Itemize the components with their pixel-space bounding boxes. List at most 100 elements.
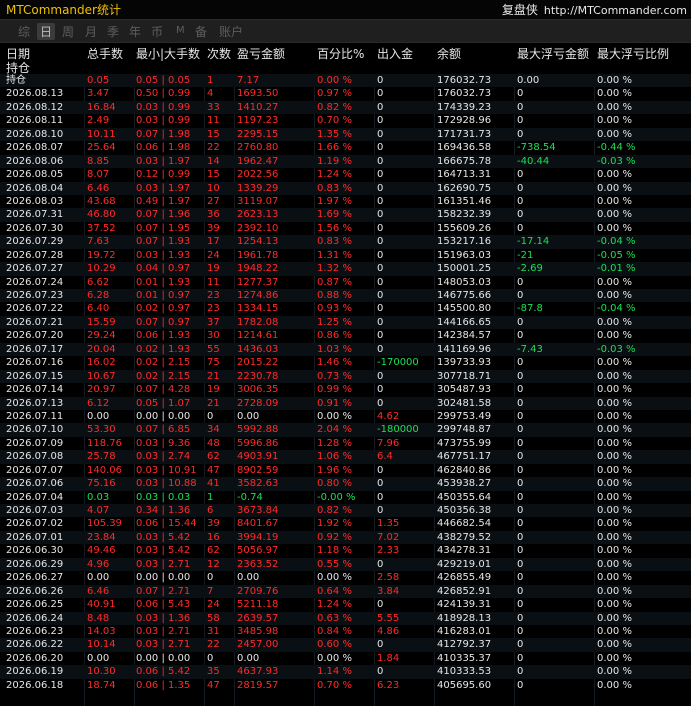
cell-balance: 438279.52 xyxy=(437,531,492,543)
cell-in-out: 7.02 xyxy=(377,531,400,543)
table-row[interactable]: 2026.08.13 3.47 0.50 | 0.99 4 1693.50 0.97 % 0… xyxy=(0,87,691,100)
cell-percent: 1.28 % xyxy=(317,437,352,449)
table-row[interactable]: 2026.07.14 20.97 0.07 | 4.28 19 3006.35 0.99 … xyxy=(0,383,691,396)
cell-balance: 434278.31 xyxy=(437,545,492,557)
table-row[interactable]: 2026.07.17 20.04 0.02 | 1.93 55 1436.03 1.03 … xyxy=(0,342,691,357)
cell-date: 2026.07.28 xyxy=(6,249,64,261)
table-row[interactable]: 持仓 0.05 0.05 | 0.05 1 7.17 0.00 % 0 176032.73 0.… xyxy=(0,74,691,88)
table-row[interactable]: 2026.06.29 4.96 0.03 | 2.71 12 2363.52 0.55 %… xyxy=(0,557,691,572)
cell-min-max-lots: 0.49 | 1.97 xyxy=(136,195,191,207)
cell-date: 2026.07.21 xyxy=(6,316,64,328)
table-row[interactable]: 2026.07.13 6.12 0.05 | 1.07 21 2728.09 0.91 %… xyxy=(0,396,691,410)
col-balance[interactable]: 余额 xyxy=(437,45,461,62)
cell-balance: 144166.65 xyxy=(437,316,492,328)
table-row[interactable]: 2026.06.20 0.00 0.00 | 0.00 0 0.00 0.00 % 1.84… xyxy=(0,652,691,665)
table-row[interactable]: 2026.07.24 6.62 0.01 | 1.93 11 1277.37 0.87 %… xyxy=(0,276,691,289)
tab-day[interactable]: 日 xyxy=(37,23,56,40)
cell-in-out: 0 xyxy=(377,128,384,140)
table-row[interactable]: 2026.07.29 7.63 0.07 | 1.93 17 1254.13 0.83 %… xyxy=(0,235,691,249)
cell-in-out: -170000 xyxy=(377,357,419,369)
cell-max-float-ratio: 0.00 % xyxy=(597,478,632,490)
table-row[interactable]: 2026.07.31 46.80 0.07 | 1.96 36 2623.13 1.69 … xyxy=(0,208,691,222)
cell-balance: 410335.37 xyxy=(437,652,492,664)
tab-note[interactable]: 备 xyxy=(195,23,207,40)
table-row[interactable]: 2026.07.15 10.67 0.02 | 2.15 21 2230.78 0.73 … xyxy=(0,369,691,384)
table-row[interactable]: 2026.07.06 75.16 0.03 | 10.88 41 3582.63 0.80… xyxy=(0,477,691,491)
cell-max-float-loss: 0 xyxy=(517,357,524,369)
brand-url[interactable]: http://MTCommander.com xyxy=(544,4,687,17)
table-row[interactable]: 2026.06.30 49.46 0.03 | 5.42 62 5056.97 1.18 … xyxy=(0,544,691,557)
table-row[interactable]: 2026.07.09 118.76 0.03 | 9.36 48 5996.86 1.28… xyxy=(0,437,691,450)
cell-in-out: 0 xyxy=(377,599,384,611)
table-row[interactable]: 2026.06.23 14.03 0.03 | 2.71 31 3485.98 0.84 … xyxy=(0,625,691,638)
col-count[interactable]: 次数 xyxy=(207,45,231,62)
table-row[interactable]: 2026.07.27 10.29 0.04 | 0.97 19 1948.22 1.32 … xyxy=(0,262,691,276)
table-row[interactable]: 2026.06.18 18.74 0.06 | 1.35 47 2819.57 0.70 … xyxy=(0,679,691,692)
table-row[interactable]: 2026.07.23 6.28 0.01 | 0.97 23 1274.86 0.88 %… xyxy=(0,289,691,303)
table-row[interactable]: 2026.07.11 0.00 0.00 | 0.00 0 0.00 0.00 % 4.62… xyxy=(0,410,691,423)
table-row[interactable]: 2026.06.24 8.48 0.03 | 1.36 58 2639.57 0.63 %… xyxy=(0,611,691,625)
col-lots[interactable]: 总手数 xyxy=(87,45,123,62)
cell-max-float-ratio: -0.03 % xyxy=(597,343,636,355)
table-row[interactable]: 2026.07.20 29.24 0.06 | 1.93 30 1214.61 0.86 … xyxy=(0,329,691,342)
tab-year[interactable]: 年 xyxy=(129,23,141,40)
cell-lots: 7.63 xyxy=(87,236,110,248)
table-row[interactable]: 2026.07.10 53.30 0.07 | 6.85 34 5992.88 2.04 … xyxy=(0,423,691,437)
table-row[interactable]: 2026.07.02 105.39 0.06 | 15.44 39 8401.67 1.9… xyxy=(0,517,691,530)
table-row[interactable]: 2026.06.19 10.30 0.06 | 5.42 35 4637.93 1.14 … xyxy=(0,665,691,679)
table-row[interactable]: 2026.08.06 8.85 0.03 | 1.97 14 1962.47 1.19 %… xyxy=(0,154,691,169)
cell-min-max-lots: 0.06 | 1.93 xyxy=(136,330,191,342)
table-row[interactable]: 2026.08.10 10.11 0.07 | 1.98 15 2295.15 1.35 … xyxy=(0,127,691,142)
cell-pnl: 3673.84 xyxy=(237,505,279,516)
table-row[interactable]: 2026.08.05 8.07 0.12 | 0.99 15 2022.56 1.24 %… xyxy=(0,168,691,181)
cell-balance: 155609.26 xyxy=(437,222,492,234)
cell-pnl: 1948.22 xyxy=(237,263,279,275)
table-row[interactable]: 2026.08.11 2.49 0.03 | 0.99 11 1197.23 0.70 %… xyxy=(0,114,691,127)
table-row[interactable]: 2026.07.21 15.59 0.07 | 0.97 37 1782.08 1.25 … xyxy=(0,315,691,330)
table-row[interactable]: 2026.08.04 6.46 0.03 | 1.97 10 1339.29 0.83 %… xyxy=(0,181,691,195)
cell-in-out: 0 xyxy=(377,101,384,113)
col-in-out[interactable]: 出入金 xyxy=(377,45,413,62)
table-row[interactable]: 2026.06.27 0.00 0.00 | 0.00 0 0.00 0.00 % 2.58… xyxy=(0,571,691,584)
table-row[interactable]: 2026.07.04 0.03 0.03 | 0.03 1 -0.74 -0.00 % 0 4… xyxy=(0,491,691,504)
cell-max-float-ratio: -0.05 % xyxy=(597,249,636,261)
tab-account[interactable]: 账户 xyxy=(219,23,243,40)
table-row[interactable]: 2026.06.25 40.91 0.06 | 5.43 24 5211.18 1.24 … xyxy=(0,598,691,611)
table-row[interactable]: 2026.08.03 43.68 0.49 | 1.97 27 3119.07 1.97 … xyxy=(0,195,691,208)
table-row[interactable]: 2026.07.16 16.02 0.02 | 2.15 75 2015.22 1.46 … xyxy=(0,356,691,369)
table-row[interactable]: 2026.07.07 140.06 0.03 | 10.91 47 8902.59 1.9… xyxy=(0,464,691,477)
tab-month[interactable]: 月 xyxy=(85,23,97,40)
table-row[interactable]: 2026.07.30 37.52 0.07 | 1.95 39 2392.10 1.56 … xyxy=(0,222,691,235)
table-row[interactable]: 2026.07.22 6.40 0.02 | 0.97 23 1334.15 0.93 %… xyxy=(0,302,691,315)
cell-count: 19 xyxy=(207,384,220,396)
table-row[interactable]: 2026.07.28 19.72 0.03 | 1.93 24 1961.78 1.31 … xyxy=(0,249,691,262)
table-row[interactable]: 2026.06.26 6.46 0.07 | 2.71 7 2709.76 0.64 % 3… xyxy=(0,584,691,599)
brand-link[interactable]: 复盘侠 http://MTCommander.com xyxy=(502,1,687,18)
table-row[interactable]: 2026.07.03 4.07 0.34 | 1.36 6 3673.84 0.82 % 0… xyxy=(0,504,691,518)
cell-date: 2026.07.08 xyxy=(6,451,64,463)
col-pnl[interactable]: 盈亏金额 xyxy=(237,45,285,62)
cell-pnl: 1254.13 xyxy=(237,236,279,248)
cell-percent: 1.96 % xyxy=(317,464,352,476)
col-max-float-ratio[interactable]: 最大浮亏比例 xyxy=(597,45,669,62)
tab-m[interactable]: M xyxy=(176,25,185,36)
tab-week[interactable]: 周 xyxy=(62,23,74,40)
cell-percent: 0.87 % xyxy=(317,276,352,288)
tab-summary[interactable]: 综 xyxy=(18,23,30,40)
col-max-float-loss[interactable]: 最大浮亏金额 xyxy=(517,45,589,62)
cell-balance: 405695.60 xyxy=(437,679,492,691)
cell-pnl: 0.00 xyxy=(237,652,260,664)
tab-currency[interactable]: 币 xyxy=(151,23,163,40)
table-row[interactable]: 2026.06.22 10.14 0.03 | 2.71 22 2457.00 0.60 … xyxy=(0,638,691,652)
table-row[interactable]: 2026.07.01 23.84 0.03 | 5.42 16 3994.19 0.92 … xyxy=(0,530,691,545)
cell-min-max-lots: 0.05 | 1.07 xyxy=(136,397,191,409)
table-row[interactable]: 2026.08.07 25.64 0.06 | 1.98 22 2760.80 1.66 … xyxy=(0,141,691,154)
cell-max-float-loss: 0 xyxy=(517,437,524,449)
col-percent[interactable]: 百分比% xyxy=(317,45,364,62)
tab-quarter[interactable]: 季 xyxy=(107,23,119,40)
table-row[interactable]: 2026.08.12 16.84 0.03 | 0.99 33 1410.27 0.82 … xyxy=(0,100,691,115)
cell-pnl: 8401.67 xyxy=(237,518,279,530)
table-row[interactable]: 2026.07.08 25.78 0.03 | 2.74 62 4903.91 1.06 … xyxy=(0,450,691,464)
col-min-max-lots[interactable]: 最小|大手数 xyxy=(136,45,200,62)
title-bar[interactable]: MTCommander统计 复盘侠 http://MTCommander.com xyxy=(0,0,691,19)
